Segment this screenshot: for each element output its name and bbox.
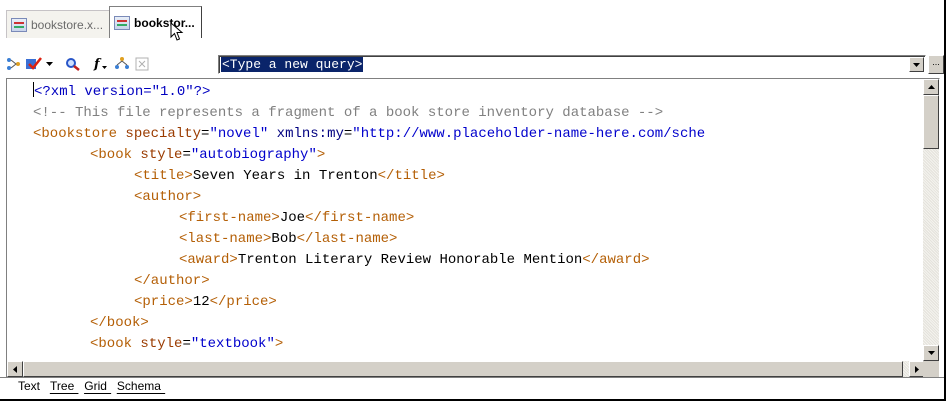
- function-icon[interactable]: f: [92, 54, 112, 74]
- code-line[interactable]: </book>: [33, 313, 925, 334]
- code-line[interactable]: <award>Trenton Literary Review Honorable…: [33, 250, 925, 271]
- code-token: <book: [90, 147, 141, 163]
- xpath-icon[interactable]: [112, 54, 132, 74]
- schema-tree-icon[interactable]: [4, 54, 24, 74]
- code-token: </author>: [134, 273, 210, 289]
- code-token: Joe: [279, 210, 306, 226]
- code-token: Trenton Literary Review Honorable Mentio…: [237, 252, 583, 268]
- code-token: <last-name>: [179, 231, 272, 247]
- code-token: </first-name>: [305, 210, 415, 226]
- view-tab-tree[interactable]: Tree: [44, 378, 84, 394]
- view-tab-grid[interactable]: Grid: [78, 378, 117, 394]
- view-tab-label: Schema: [116, 378, 161, 393]
- document-tab-strip: bookstore.x... bookstor...: [6, 6, 938, 38]
- view-tab-label: Grid: [84, 378, 107, 393]
- code-token: "novel": [209, 126, 269, 142]
- dropdown-arrow-icon[interactable]: [44, 54, 54, 74]
- code-token: <title>: [134, 168, 193, 184]
- code-token: xmlns:my: [276, 126, 344, 142]
- code-token: </price>: [209, 294, 277, 310]
- code-line[interactable]: <!-- This file represents a fragment of …: [33, 103, 925, 124]
- code-token: <award>: [179, 252, 238, 268]
- code-token: specialty: [125, 126, 202, 142]
- scroll-left-icon[interactable]: [7, 361, 23, 377]
- code-line[interactable]: <price>12</price>: [33, 292, 925, 313]
- vertical-scroll-thumb[interactable]: [923, 95, 939, 149]
- view-tab-label: Text: [18, 379, 41, 393]
- horizontal-scrollbar[interactable]: [7, 361, 925, 377]
- chevron-down-icon[interactable]: [909, 57, 924, 72]
- code-token: </last-name>: [296, 231, 398, 247]
- code-token: <bookstore: [33, 126, 126, 142]
- code-line[interactable]: <book style="textbook">: [33, 334, 925, 355]
- code-token: <!-- This file represents a fragment of …: [33, 105, 664, 121]
- vertical-scrollbar[interactable]: [923, 79, 939, 361]
- code-line[interactable]: <last-name>Bob</last-name>: [33, 229, 925, 250]
- xml-editor-window: bookstore.x... bookstor... f <Type a new…: [0, 0, 946, 401]
- code-line[interactable]: <first-name>Joe</first-name>: [33, 208, 925, 229]
- view-tab-schema[interactable]: Schema: [111, 378, 171, 394]
- code-token: <book: [90, 336, 141, 352]
- query-input[interactable]: <Type a new query>: [221, 57, 364, 72]
- code-line[interactable]: <?xml version="1.0"?>: [33, 82, 925, 103]
- xml-text-editor[interactable]: <?xml version="1.0"?> <!-- This file repr…: [6, 78, 940, 378]
- find-icon[interactable]: [63, 54, 83, 74]
- validate-check-icon[interactable]: [24, 54, 44, 74]
- code-token: >: [316, 147, 326, 163]
- document-tab-label: bookstor...: [134, 15, 195, 30]
- toolbar-separator: [87, 55, 88, 73]
- code-line[interactable]: <book style="autobiography">: [33, 145, 925, 166]
- code-token: Seven Years in Trenton: [192, 168, 378, 184]
- code-line[interactable]: <author>: [33, 187, 925, 208]
- code-area[interactable]: <?xml version="1.0"?> <!-- This file repr…: [7, 79, 925, 361]
- document-tab-1[interactable]: bookstore.x...: [6, 10, 111, 38]
- code-token: </award>: [582, 252, 650, 268]
- code-line[interactable]: <title>Seven Years in Trenton</title>: [33, 166, 925, 187]
- more-button[interactable]: ...: [928, 55, 944, 74]
- document-tab-label: bookstore.x...: [31, 17, 104, 32]
- code-token: </title>: [377, 168, 445, 184]
- scroll-up-icon[interactable]: [923, 79, 939, 95]
- toolbar-separator: [58, 55, 59, 73]
- horizontal-scroll-thumb[interactable]: [23, 361, 903, 377]
- code-token: >: [274, 336, 284, 352]
- code-token: <first-name>: [179, 210, 280, 226]
- code-token: <?xml version="1.0"?>: [34, 84, 211, 100]
- view-tab-strip: Text Tree Grid Schema: [12, 378, 165, 395]
- query-toolbar: f <Type a new query> ...: [4, 52, 944, 76]
- code-token: "textbook": [190, 336, 275, 352]
- code-token: style: [140, 147, 183, 163]
- code-token: 12: [192, 294, 210, 310]
- code-token: "autobiography": [190, 147, 317, 163]
- scroll-down-icon[interactable]: [923, 345, 939, 361]
- disabled-tool-icon: [132, 54, 152, 74]
- document-tab-2[interactable]: bookstor...: [109, 6, 202, 38]
- code-token: =: [182, 147, 191, 163]
- code-line[interactable]: <bookstore specialty="novel" xmlns:my="h…: [33, 124, 925, 145]
- code-token: Bob: [271, 231, 297, 247]
- xml-file-icon: [11, 17, 27, 32]
- svg-text:f: f: [93, 57, 102, 72]
- code-token: style: [140, 336, 183, 352]
- code-line[interactable]: </author>: [33, 271, 925, 292]
- code-token: =: [182, 336, 191, 352]
- code-token: <author>: [134, 189, 202, 205]
- view-tab-label: Tree: [50, 378, 75, 393]
- scrollbar-corner: [923, 361, 939, 377]
- mouse-pointer-icon: [170, 22, 184, 41]
- query-combobox[interactable]: <Type a new query>: [218, 55, 926, 74]
- code-token: "http://www.placeholder-name-here.com/sc…: [352, 126, 706, 142]
- code-token: </book>: [90, 315, 149, 331]
- code-token: <price>: [134, 294, 193, 310]
- view-tab-text[interactable]: Text: [12, 378, 50, 394]
- xml-file-icon: [114, 15, 131, 30]
